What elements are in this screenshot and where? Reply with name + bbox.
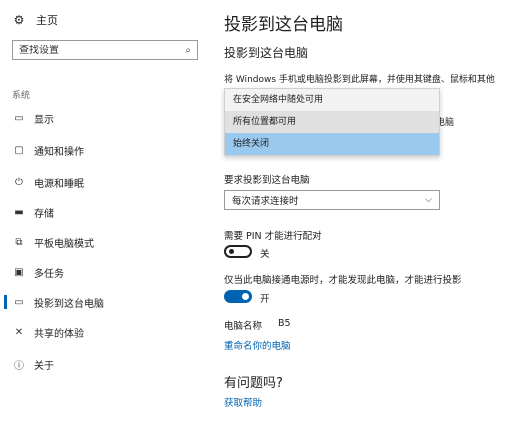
dropdown-option-secure-networks[interactable]: 在安全网络中随处可用	[225, 89, 439, 111]
pc-name-value: B5	[278, 318, 291, 329]
info-icon: ⓘ	[14, 360, 24, 372]
sidebar-item-label: 关于	[34, 360, 54, 372]
toggle-knob	[242, 293, 249, 300]
pin-pairing-state: 关	[260, 249, 270, 260]
sidebar-item-notifications[interactable]: ▢ 通知和操作	[0, 138, 210, 162]
ask-to-project-value: 每次请求连接时	[232, 196, 299, 207]
project-icon: ▭	[14, 296, 24, 308]
sidebar-item-storage[interactable]: ▬ 存储	[0, 200, 210, 224]
sidebar-item-shared-experiences[interactable]: ✕ 共享的体验	[0, 320, 210, 344]
sidebar-item-about[interactable]: ⓘ 关于	[0, 352, 210, 376]
gear-icon: ⚙	[13, 13, 25, 27]
power-icon: ⏻	[15, 176, 23, 188]
sidebar-item-label: 共享的体验	[34, 328, 84, 340]
question-heading: 有问题吗?	[224, 376, 283, 391]
sidebar-item-label: 电源和睡眠	[34, 178, 84, 190]
monitor-icon: ▭	[14, 112, 24, 124]
sidebar-item-label: 多任务	[34, 268, 64, 280]
toggle-knob	[229, 249, 234, 254]
power-only-state: 开	[260, 294, 270, 305]
sidebar-item-display[interactable]: ▭ 显示	[0, 106, 210, 130]
sidebar-item-power[interactable]: ⏻ 电源和睡眠	[0, 170, 210, 194]
sidebar-item-project-to-pc[interactable]: ▭ 投影到这台电脑	[0, 290, 210, 314]
search-box[interactable]: ⌕	[12, 40, 198, 60]
sidebar-item-multitasking[interactable]: ▣ 多任务	[0, 260, 210, 284]
home-nav-item[interactable]: ⚙ 主页	[12, 12, 58, 28]
description-text: 将 Windows 手机或电脑投影到此屏幕，并使用其键盘、鼠标和其他	[224, 75, 495, 85]
power-only-label: 仅当此电脑接通电源时，才能发现此电脑，才能进行投影	[224, 275, 462, 286]
ask-to-project-label: 要求投影到这台电脑	[224, 175, 310, 186]
dropdown-option-always-off[interactable]: 始终关闭	[225, 133, 439, 155]
pin-pairing-label: 需要 PIN 才能进行配对	[224, 231, 322, 242]
sidebar-item-label: 通知和操作	[34, 146, 84, 158]
sidebar-item-label: 平板电脑模式	[34, 238, 94, 250]
ask-to-project-select[interactable]: 每次请求连接时 ⌵	[224, 190, 440, 210]
active-indicator	[4, 295, 7, 309]
notification-icon: ▢	[14, 144, 24, 156]
pc-name-label: 电脑名称	[224, 321, 263, 332]
section-label: 系统	[12, 91, 31, 101]
power-only-toggle[interactable]	[224, 290, 252, 303]
sidebar-item-label: 显示	[34, 114, 54, 126]
rename-pc-link[interactable]: 重命名你的电脑	[224, 338, 291, 352]
get-help-link[interactable]: 获取帮助	[224, 395, 262, 409]
settings-sidebar: ⚙ 主页 ⌕ 系统 ▭ 显示 ▢ 通知和操作 ⏻ 电源和睡眠 ▬ 存储 ⧉ 平板…	[0, 0, 210, 432]
multitasking-icon: ▣	[14, 266, 24, 278]
sidebar-item-label: 存储	[34, 208, 54, 220]
sidebar-item-label: 投影到这台电脑	[34, 298, 104, 310]
chevron-down-icon: ⌵	[425, 195, 432, 205]
availability-dropdown-list[interactable]: 在安全网络中随处可用 所有位置都可用 始终关闭	[224, 88, 440, 156]
search-icon[interactable]: ⌕	[185, 45, 191, 56]
home-label: 主页	[36, 14, 58, 27]
dropdown-option-everywhere[interactable]: 所有位置都可用	[225, 111, 439, 133]
section-subtitle: 投影到这台电脑	[224, 46, 309, 60]
storage-icon: ▬	[14, 206, 24, 218]
main-content: 投影到这台电脑 投影到这台电脑 将 Windows 手机或电脑投影到此屏幕，并使…	[224, 0, 520, 432]
sidebar-item-tablet-mode[interactable]: ⧉ 平板电脑模式	[0, 230, 210, 254]
pin-pairing-toggle[interactable]	[224, 245, 252, 258]
page-title: 投影到这台电脑	[224, 15, 343, 35]
search-input[interactable]	[19, 44, 169, 56]
shared-experiences-icon: ✕	[14, 326, 24, 338]
tablet-mode-icon: ⧉	[15, 236, 23, 248]
